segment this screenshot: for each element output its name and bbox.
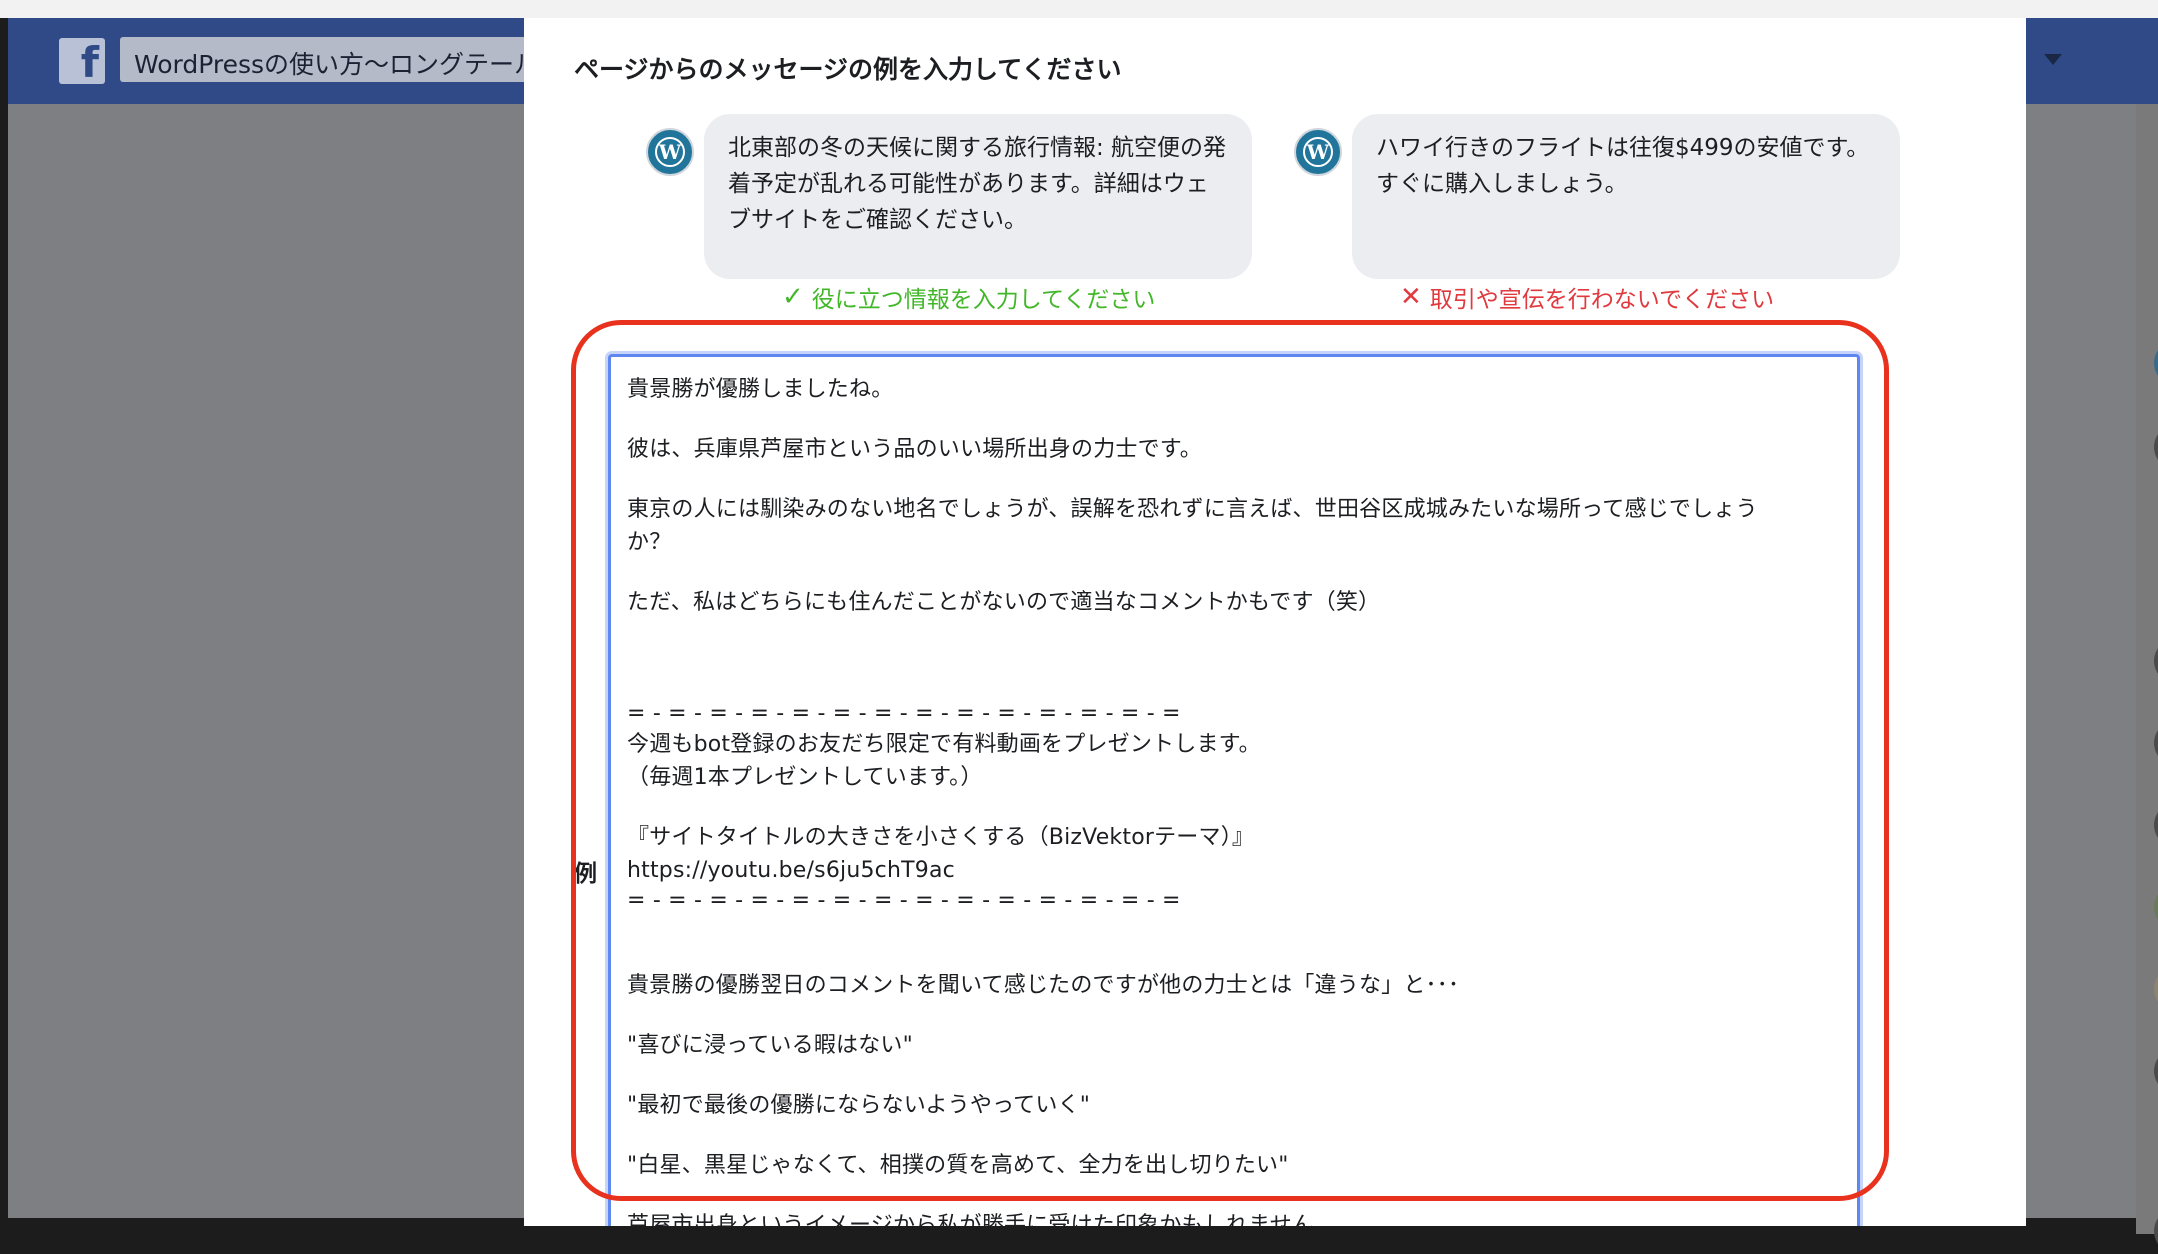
contact-avatar[interactable] [2154, 884, 2158, 930]
message-line [627, 942, 1841, 969]
message-line [627, 406, 1841, 433]
contact-avatar[interactable] [2154, 424, 2158, 470]
message-line: （毎週1本プレゼントしています。） [627, 765, 983, 790]
good-example-verdict: ✓ 役に立つ情報を入力してください [782, 280, 1155, 314]
bad-example-verdict: ✕ 取引や宣伝を行わないでください [1400, 280, 1774, 314]
message-line: 芦屋市出身というイメージから私が勝手に受けた印象かもしれません。 [627, 1213, 1337, 1226]
contact-avatar[interactable] [2154, 720, 2158, 766]
example-message-textarea[interactable]: 貴景勝が優勝しましたね。 彼は、兵庫県芦屋市という品のいい場所出身の力士です。 … [608, 354, 1860, 1226]
page-title-tab[interactable]: WordPressの使い方〜ロングテール [120, 37, 560, 82]
dialog-title: ページからのメッセージの例を入力してください [574, 55, 1122, 84]
message-line [627, 1062, 1841, 1089]
message-line [627, 673, 1841, 700]
wordpress-avatar-icon: W [1294, 128, 1342, 176]
message-line: ただ、私はどちらにも住んだことがないので適当なコメントかもです（笑） [627, 590, 1381, 615]
contact-avatar[interactable] [2154, 1048, 2158, 1094]
message-line [627, 1002, 1841, 1029]
message-line: "喜びに浸っている暇はない" [627, 1033, 913, 1058]
browser-top-strip [0, 0, 2158, 19]
message-line [627, 794, 1841, 821]
message-example-dialog: ページからのメッセージの例を入力してください W 北東部の冬の天候に関する旅行情… [524, 18, 2026, 1226]
message-line: 東京の人には馴染みのない地名でしょうが、誤解を恐れずに言えば、世田谷区成城みたい… [627, 497, 1758, 522]
message-line: 貴景勝が優勝しましたね。 [627, 377, 894, 402]
contact-avatar[interactable] [2154, 1208, 2158, 1254]
example-message-bubble: 北東部の冬の天候に関する旅行情報: 航空便の発着予定が乱れる可能性があります。詳… [704, 114, 1252, 279]
message-line: "白星、黒星じゃなくて、相撲の質を高めて、全力を出し切りたい" [627, 1153, 1289, 1178]
message-line: 貴景勝の優勝翌日のコメントを聞いて感じたのですが他の力士とは「違うな」と･･･ [627, 973, 1460, 998]
wordpress-avatar-icon: W [646, 128, 694, 176]
bad-verdict-text: 取引や宣伝を行わないでください [1429, 287, 1775, 313]
message-line [627, 466, 1841, 493]
message-link: https://youtu.be/s6ju5chT9ac [627, 858, 955, 883]
message-line: "最初で最後の優勝にならないようやっていく" [627, 1093, 1091, 1118]
checkmark-icon: ✓ [782, 282, 804, 312]
message-line [627, 915, 1841, 942]
message-line: 彼は、兵庫県芦屋市という品のいい場所出身の力士です。 [627, 437, 1203, 462]
contact-avatar[interactable] [2154, 802, 2158, 848]
message-line: 『サイトタイトルの大きさを小さくする（BizVektorテーマ）』 [627, 825, 1255, 850]
separator-line: = - = - = - = - = - = - = - = - = - = - … [627, 888, 1181, 913]
example-field-label: 例 [574, 861, 597, 887]
message-line: 今週もbot登録のお友だち限定で有料動画をプレゼントします。 [627, 732, 1261, 757]
dropdown-caret-icon[interactable] [2044, 54, 2062, 65]
window-left-edge [0, 18, 8, 1226]
message-line [627, 646, 1841, 673]
contact-avatar[interactable] [2154, 638, 2158, 684]
example-message-bubble: ハワイ行きのフライトは往復$499の安値です。すぐに購入しましょう。 [1352, 114, 1900, 279]
separator-line: = - = - = - = - = - = - = - = - = - = - … [627, 701, 1181, 726]
message-line [627, 1182, 1841, 1209]
contact-avatar[interactable] [2154, 340, 2158, 386]
message-line [627, 619, 1841, 646]
contact-avatar[interactable] [2154, 966, 2158, 1012]
message-line [627, 559, 1841, 586]
facebook-logo-icon[interactable]: f [59, 38, 105, 84]
message-line: か？ [627, 530, 672, 555]
cross-icon: ✕ [1400, 282, 1422, 312]
message-line [627, 1122, 1841, 1149]
right-sidebar [2136, 104, 2158, 1254]
good-verdict-text: 役に立つ情報を入力してください [811, 287, 1156, 313]
